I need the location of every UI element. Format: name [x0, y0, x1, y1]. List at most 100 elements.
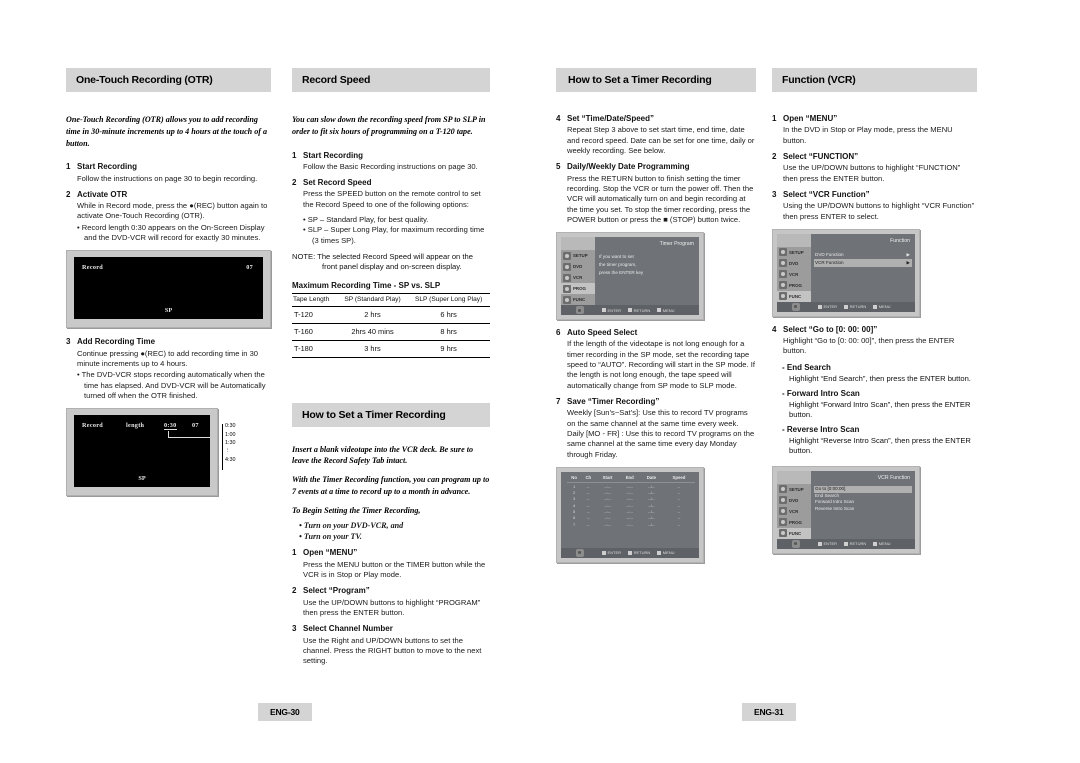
table-cell: 6 hrs [407, 306, 490, 324]
table-cell: T-180 [292, 340, 338, 358]
step-item: 1 Open “MENU” In the DVD in Stop or Play… [772, 114, 977, 146]
step-bullet: • SP – Standard Play, for best quality. [303, 215, 429, 225]
osd-sidebar-item-vcr[interactable]: VCR [777, 506, 811, 517]
section-header-otr: One-Touch Recording (OTR) [66, 68, 271, 93]
cassette-icon [779, 270, 787, 279]
intro-text-otr: One-Touch Recording (OTR) allows you to … [66, 115, 268, 148]
osd-sidebar-item-func[interactable]: FUNC [777, 527, 811, 539]
osd-menu-item-label: Go to [0:00:00] [815, 485, 846, 491]
step-number: 1 [292, 548, 297, 558]
step-number: 2 [292, 586, 297, 596]
osd-sidebar-label: SETUP [789, 249, 804, 255]
osd-sidebar-label: SETUP [789, 486, 804, 492]
intro-text-timer-a: Insert a blank videotape into the VCR de… [292, 444, 473, 466]
table-header-cell: SLP (Super Long Play) [407, 292, 490, 307]
osd-menu-item-reverse-intro-scan[interactable]: Reverse Intro Scan [814, 506, 912, 513]
osd-sidebar-item-func[interactable]: FUNC [777, 290, 811, 302]
table-row[interactable]: 7 -- --:-- --:-- --/-- -- [567, 521, 695, 527]
section-header-timer-recording-right: How to Set a Timer Recording [556, 68, 756, 93]
record-speed-note: NOTE: The selected Record Speed will app… [292, 252, 473, 272]
step-text: Follow the Basic Recording instructions … [303, 161, 478, 171]
step-number: 3 [66, 337, 71, 347]
osd-menu-item-end-search[interactable]: End Search [814, 493, 912, 500]
button-square-icon [818, 541, 822, 546]
osd-hint-return: RETURN [628, 550, 650, 555]
intro-bullet: • Turn on your DVD-VCR, and [299, 521, 404, 531]
chevron-right-icon: ▶ [906, 251, 910, 257]
table-cell: --:-- [626, 483, 633, 489]
osd-sidebar-item-prog[interactable]: PROG [561, 283, 595, 295]
step-title: Set Record Speed [303, 178, 372, 188]
osd-channel-label: 07 [192, 422, 199, 430]
osd-hint-enter: ENTER [818, 304, 837, 309]
osd-record-label: Record [82, 422, 104, 430]
osd-footer-hints: ENTER RETURN MENU [561, 305, 699, 316]
step-title: Auto Speed Select [567, 328, 638, 338]
osd-sidebar-item-setup[interactable]: SETUP [561, 250, 595, 261]
table-cell: 2hrs 40 mins [337, 323, 408, 341]
osd-sidebar-item-vcr[interactable]: VCR [777, 269, 811, 280]
max-recording-time-table: Tape Length SP (Standard Play) SLP (Supe… [292, 292, 490, 358]
osd-sidebar-item-setup[interactable]: SETUP [777, 484, 811, 495]
sub-item-title: - Reverse Intro Scan [782, 425, 860, 435]
column-timer-recording-continued: How to Set a Timer Recording 4 Set “Time… [556, 68, 756, 571]
step-number: 4 [556, 114, 561, 124]
osd-menu-item-go-to[interactable]: Go to [0:00:00] [814, 485, 912, 493]
osd-title-spacer [777, 470, 811, 484]
dpad-icon [575, 548, 584, 557]
osd-menu-timer-program: Timer Program SETUP DVD VCR PROG FUNC If… [556, 232, 704, 321]
osd-title-spacer [561, 237, 595, 251]
table-row: T-160 2hrs 40 mins 8 hrs [292, 323, 490, 341]
osd-menu-vcr-function: VCR Function SETUP DVD VCR PROG FUNC Go … [772, 465, 920, 554]
osd-menu-item-label: DVD Function [815, 251, 844, 257]
step-title: Select “VCR Function” [783, 189, 870, 199]
osd-sidebar-item-dvd[interactable]: DVD [777, 258, 811, 269]
osd-sidebar-item-dvd[interactable]: DVD [561, 261, 595, 272]
osd-menu-item-forward-intro-scan[interactable]: Forward Intro Scan [814, 499, 912, 506]
osd-sidebar-label: PROG [573, 286, 586, 292]
column-record-speed: Record Speed You can slow down the recor… [292, 68, 490, 672]
osd-channel-label: 07 [246, 264, 253, 272]
osd-sidebar-item-prog[interactable]: PROG [777, 517, 811, 528]
step-number: 5 [556, 162, 561, 172]
step-number: 4 [772, 324, 777, 334]
sub-item-end-search: - End Search Highlight “End Search”, the… [782, 363, 977, 384]
osd-speed-label: SP [138, 475, 146, 483]
step-number: 3 [292, 624, 297, 634]
clock-icon [779, 518, 787, 527]
column-one-touch-recording: One-Touch Recording (OTR) One-Touch Reco… [66, 68, 271, 505]
osd-sidebar-item-vcr[interactable]: VCR [561, 272, 595, 283]
osd-sidebar-label: FUNC [789, 530, 802, 536]
osd-sidebar-item-setup[interactable]: SETUP [777, 247, 811, 258]
timer-program-table: No Ch Start End Date Speed 1 -- --:-- --… [567, 473, 695, 528]
osd-hint-enter: ENTER [602, 308, 621, 313]
osd-menu-item-vcr-function[interactable]: VCR Function ▶ [814, 258, 912, 267]
osd-message-line: If you want to set [599, 254, 634, 260]
chevron-right-icon: ▶ [906, 259, 910, 265]
osd-sidebar-label: VCR [789, 271, 799, 277]
step-title: Daily/Weekly Date Programming [567, 162, 690, 172]
table-row: T-120 2 hrs 6 hrs [292, 306, 490, 324]
step-text: Use the UP/DOWN buttons to highlight “FU… [783, 163, 961, 183]
tv-screen-illustration-length: Record length 0:30 07 SP [66, 408, 218, 497]
table-cell: --:-- [626, 521, 633, 527]
osd-hint-enter: ENTER [602, 550, 621, 555]
osd-content-area: If you want to set the timer program, pr… [595, 250, 699, 305]
step-item: 5 Daily/Weekly Date Programming Press th… [556, 162, 756, 225]
sub-item-text: Highlight “End Search”, then press the E… [789, 373, 971, 383]
step-item: 2 Select “Program” Use the UP/DOWN butto… [292, 586, 490, 618]
osd-menu-item-dvd-function[interactable]: DVD Function ▶ [814, 251, 912, 259]
button-square-icon [628, 308, 633, 313]
sub-item-forward-intro-scan: - Forward Intro Scan Highlight “Forward … [782, 389, 977, 420]
osd-sidebar-item-prog[interactable]: PROG [777, 280, 811, 291]
osd-sidebar-label: FUNC [573, 297, 586, 303]
osd-sidebar-label: DVD [789, 497, 799, 503]
step-text: Repeat Step 3 above to set start time, e… [567, 125, 755, 155]
osd-hint-return: RETURN [844, 541, 866, 546]
osd-sidebar-item-dvd[interactable]: DVD [777, 495, 811, 506]
section-header-timer-recording-left: How to Set a Timer Recording [292, 402, 490, 427]
osd-sidebar-item-func[interactable]: FUNC [561, 294, 595, 305]
table-row[interactable]: 1 -- --:-- --:-- --/-- -- [567, 482, 695, 489]
step-number: 1 [292, 150, 297, 160]
step-item: 7 Save “Timer Recording” Weekly [Sun’s~S… [556, 397, 756, 460]
